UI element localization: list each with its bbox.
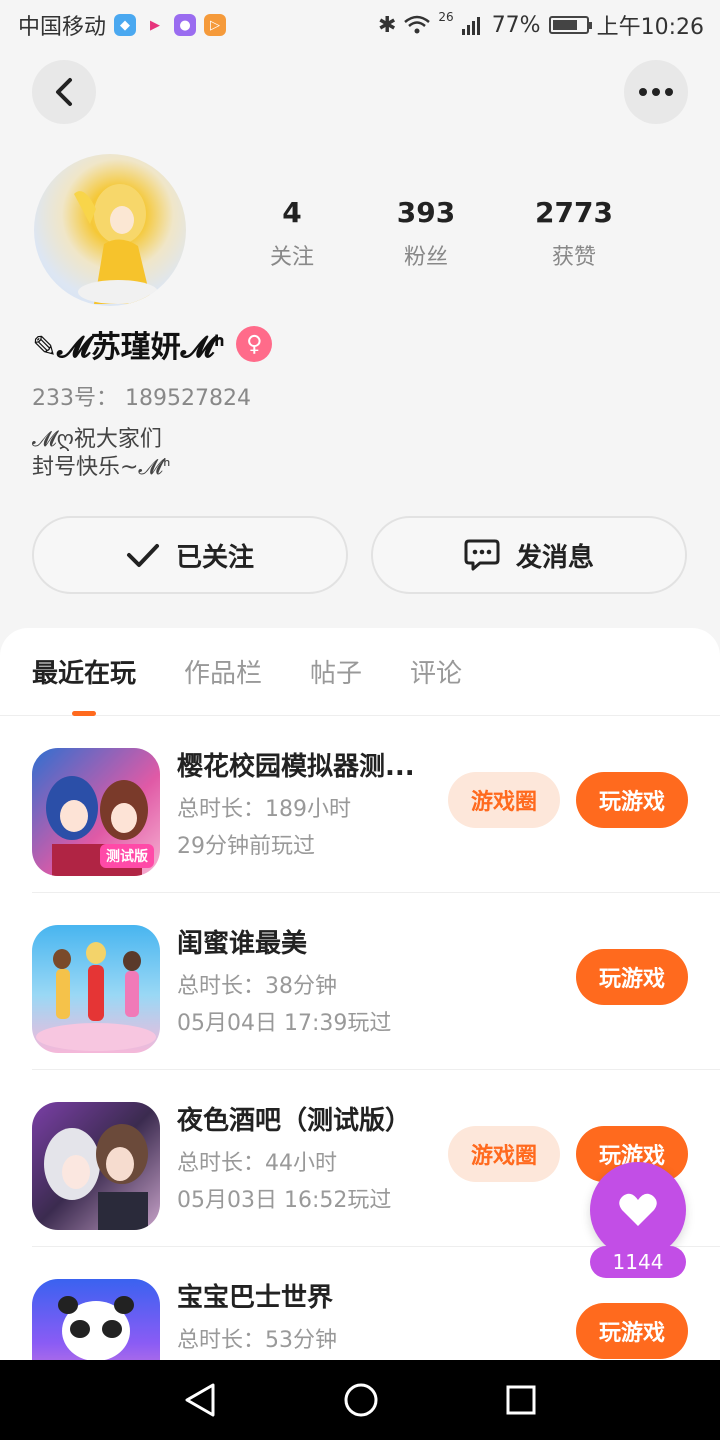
game-icon[interactable] bbox=[32, 1279, 160, 1360]
game-title: 夜色酒吧（测试版） bbox=[177, 1106, 412, 1136]
like-count-badge: 1144 bbox=[590, 1246, 686, 1278]
video-app-icon: ▶ bbox=[144, 14, 167, 36]
send-message-label: 发消息 bbox=[515, 542, 594, 573]
play-game-button[interactable]: 玩游戏 bbox=[576, 1303, 688, 1359]
system-nav-bar bbox=[0, 1360, 720, 1440]
game-row[interactable]: 测试版 樱花校园模拟器测... 总时长：189小时 29分钟前玩过 游戏圈 玩游… bbox=[32, 716, 720, 893]
clock: 上午10:26 bbox=[596, 15, 704, 40]
stat-value: 393 bbox=[396, 196, 456, 229]
profile-stats: 4 关注 393 粉丝 2773 获赞 bbox=[232, 196, 652, 271]
signal-icon bbox=[461, 17, 480, 35]
chat-bubble-icon bbox=[464, 539, 500, 571]
followed-label: 已关注 bbox=[175, 542, 254, 573]
play-app-icon: ▷ bbox=[204, 14, 227, 36]
game-circle-button[interactable]: 游戏圈 bbox=[448, 772, 560, 828]
game-last-played: 29分钟前玩过 bbox=[177, 834, 315, 859]
followed-button[interactable]: 已关注 bbox=[32, 516, 348, 594]
tab-label: 帖子 bbox=[310, 659, 363, 689]
stat-fans[interactable]: 393 粉丝 bbox=[352, 196, 500, 271]
game-duration: 总时长：38分钟 bbox=[177, 974, 337, 999]
game-circle-button[interactable]: 游戏圈 bbox=[448, 1126, 560, 1182]
game-duration: 总时长：189小时 bbox=[177, 797, 351, 822]
tab-label: 最近在玩 bbox=[32, 659, 137, 689]
tab-recently-played[interactable]: 最近在玩 bbox=[32, 628, 136, 716]
nav-back-icon[interactable] bbox=[183, 1382, 217, 1418]
tab-label: 评论 bbox=[410, 659, 463, 689]
avatar[interactable] bbox=[34, 154, 186, 306]
game-row[interactable]: 闺蜜谁最美 总时长：38分钟 05月04日 17:39玩过 玩游戏 bbox=[32, 893, 720, 1070]
nav-home-icon[interactable] bbox=[343, 1382, 379, 1418]
chat-app-icon: ● bbox=[174, 14, 197, 36]
status-bar: 中国移动 ◆ ▶ ● ▷ ✱ 26 77% 上午10:26 bbox=[0, 0, 720, 50]
game-icon[interactable]: 测试版 bbox=[32, 748, 160, 876]
game-icon[interactable] bbox=[32, 925, 160, 1053]
stat-following[interactable]: 4 关注 bbox=[232, 196, 352, 271]
tab-works[interactable]: 作品栏 bbox=[184, 628, 262, 716]
wifi-icon bbox=[404, 15, 431, 34]
send-message-button[interactable]: 发消息 bbox=[371, 516, 687, 594]
floating-like-button[interactable] bbox=[590, 1162, 686, 1258]
tab-posts[interactable]: 帖子 bbox=[310, 628, 362, 716]
test-version-tag: 测试版 bbox=[100, 844, 154, 868]
female-gender-icon: ♀ bbox=[236, 326, 273, 362]
back-button[interactable] bbox=[32, 60, 96, 124]
more-options-button[interactable] bbox=[624, 60, 688, 124]
tab-bar: 最近在玩 作品栏 帖子 评论 bbox=[0, 628, 720, 716]
heart-icon bbox=[619, 1193, 657, 1226]
game-icon[interactable] bbox=[32, 1102, 160, 1230]
play-game-button[interactable]: 玩游戏 bbox=[576, 772, 688, 828]
user-id: 233号： 189527824 bbox=[32, 386, 251, 411]
stat-likes[interactable]: 2773 获赞 bbox=[500, 196, 648, 271]
game-last-played: 05月03日 16:52玩过 bbox=[177, 1188, 392, 1213]
game-duration: 总时长：44小时 bbox=[177, 1151, 337, 1176]
nav-recents-icon[interactable] bbox=[505, 1384, 537, 1416]
shield-app-icon: ◆ bbox=[114, 14, 137, 36]
stat-value: 2773 bbox=[535, 196, 613, 229]
game-duration: 总时长：53分钟 bbox=[177, 1328, 337, 1353]
active-tab-indicator bbox=[72, 710, 96, 716]
user-bio: 𝓜ღ祝大家们 封号快乐~𝓜ᑋ bbox=[32, 427, 171, 480]
carrier-text: 中国移动 bbox=[18, 15, 107, 40]
game-last-played: 05月04日 17:39玩过 bbox=[177, 1011, 392, 1036]
username: ✎𝓜苏瑾妍𝓜ᑋ bbox=[32, 330, 225, 365]
game-title: 闺蜜谁最美 bbox=[177, 929, 308, 959]
more-dots-icon bbox=[639, 88, 673, 96]
stat-value: 4 bbox=[282, 196, 302, 229]
battery-icon bbox=[548, 16, 592, 34]
tab-label: 作品栏 bbox=[184, 659, 263, 689]
battery-percent: 77% bbox=[491, 12, 541, 38]
play-game-button[interactable]: 玩游戏 bbox=[576, 949, 688, 1005]
network-type: 26 bbox=[438, 10, 454, 24]
stat-label: 关注 bbox=[269, 245, 314, 270]
bluetooth-icon: ✱ bbox=[377, 12, 397, 38]
checkmark-icon bbox=[126, 544, 159, 567]
stat-label: 粉丝 bbox=[403, 245, 448, 270]
username-row: ✎𝓜苏瑾妍𝓜ᑋ ♀ bbox=[32, 322, 273, 366]
game-title: 樱花校园模拟器测... bbox=[177, 752, 415, 782]
tab-comments[interactable]: 评论 bbox=[410, 628, 462, 716]
stat-label: 获赞 bbox=[551, 245, 596, 270]
game-title: 宝宝巴士世界 bbox=[177, 1283, 334, 1313]
chevron-left-icon bbox=[56, 78, 72, 106]
